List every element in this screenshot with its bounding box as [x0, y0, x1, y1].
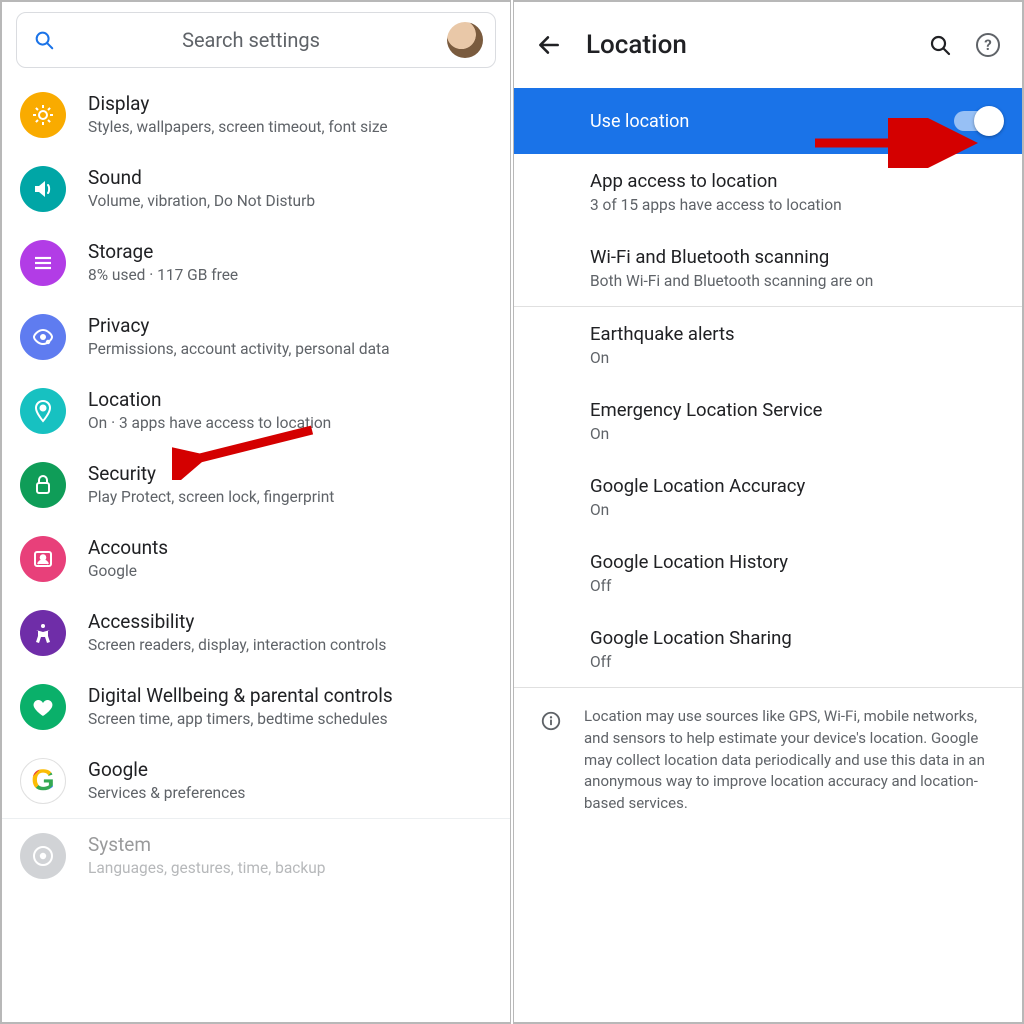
location-footnote: Location may use sources like GPS, Wi-Fi…: [514, 688, 1022, 837]
row-title: Google Location Sharing: [590, 627, 1000, 649]
sound-icon: [20, 166, 66, 212]
location-row-accuracy[interactable]: Google Location Accuracy On: [514, 459, 1022, 535]
wellbeing-icon: [20, 684, 66, 730]
location-row-earthquake[interactable]: Earthquake alerts On: [514, 307, 1022, 383]
help-icon[interactable]: ?: [976, 33, 1000, 57]
location-options: App access to location 3 of 15 apps have…: [514, 154, 1022, 837]
settings-row-title: Display: [88, 93, 490, 116]
row-title: Earthquake alerts: [590, 323, 1000, 345]
row-subtitle: Both Wi-Fi and Bluetooth scanning are on: [590, 272, 1000, 290]
system-icon: [20, 833, 66, 879]
row-title: App access to location: [590, 170, 1000, 192]
search-settings-bar[interactable]: Search settings: [16, 12, 496, 68]
settings-row-title: Security: [88, 463, 490, 486]
settings-row-system[interactable]: System Languages, gestures, time, backup: [2, 819, 510, 893]
settings-row-title: Google: [88, 759, 490, 782]
settings-row-accounts[interactable]: Accounts Google: [2, 522, 510, 596]
location-row-app-access[interactable]: App access to location 3 of 15 apps have…: [514, 154, 1022, 230]
settings-row-title: System: [88, 834, 490, 857]
settings-row-location[interactable]: Location On · 3 apps have access to loca…: [2, 374, 510, 448]
use-location-row[interactable]: Use location: [514, 88, 1022, 154]
location-icon: [20, 388, 66, 434]
settings-row-subtitle: Screen readers, display, interaction con…: [88, 636, 490, 655]
row-title: Wi-Fi and Bluetooth scanning: [590, 246, 1000, 268]
back-icon[interactable]: [536, 32, 562, 58]
location-row-history[interactable]: Google Location History Off: [514, 535, 1022, 611]
settings-row-title: Location: [88, 389, 490, 412]
info-icon: [540, 710, 562, 732]
row-subtitle: On: [590, 425, 1000, 443]
settings-list: Display Styles, wallpapers, screen timeo…: [2, 74, 510, 893]
settings-row-accessibility[interactable]: Accessibility Screen readers, display, i…: [2, 596, 510, 670]
settings-row-google[interactable]: G Google Services & preferences: [2, 744, 510, 818]
location-settings-screen: Location ? Use location App access to lo…: [513, 0, 1024, 1024]
settings-row-wellbeing[interactable]: Digital Wellbeing & parental controls Sc…: [2, 670, 510, 744]
row-subtitle: Off: [590, 577, 1000, 595]
settings-row-sound[interactable]: Sound Volume, vibration, Do Not Disturb: [2, 152, 510, 226]
row-subtitle: On: [590, 349, 1000, 367]
appbar: Location ?: [514, 2, 1022, 88]
settings-row-subtitle: On · 3 apps have access to location: [88, 414, 490, 433]
security-icon: [20, 462, 66, 508]
settings-row-title: Digital Wellbeing & parental controls: [88, 685, 490, 708]
search-icon: [33, 29, 55, 51]
use-location-toggle[interactable]: [954, 111, 1002, 131]
accessibility-icon: [20, 610, 66, 656]
accounts-icon: [20, 536, 66, 582]
privacy-icon: [20, 314, 66, 360]
profile-avatar[interactable]: [447, 22, 483, 58]
settings-row-subtitle: Permissions, account activity, personal …: [88, 340, 490, 359]
google-icon: G: [20, 758, 66, 804]
footnote-text: Location may use sources like GPS, Wi-Fi…: [584, 706, 1000, 815]
settings-row-subtitle: Services & preferences: [88, 784, 490, 803]
settings-row-subtitle: Screen time, app timers, bedtime schedul…: [88, 710, 490, 729]
row-subtitle: Off: [590, 653, 1000, 671]
settings-row-subtitle: Play Protect, screen lock, fingerprint: [88, 488, 490, 507]
settings-row-subtitle: Google: [88, 562, 490, 581]
row-title: Google Location Accuracy: [590, 475, 1000, 497]
location-row-sharing[interactable]: Google Location Sharing Off: [514, 611, 1022, 687]
fade-overlay: [4, 950, 508, 1020]
settings-row-security[interactable]: Security Play Protect, screen lock, fing…: [2, 448, 510, 522]
settings-row-title: Accessibility: [88, 611, 490, 634]
settings-main-screen: Search settings Display Styles, wallpape…: [0, 0, 511, 1024]
settings-row-title: Sound: [88, 167, 490, 190]
settings-row-subtitle: Volume, vibration, Do Not Disturb: [88, 192, 490, 211]
settings-row-storage[interactable]: Storage 8% used · 117 GB free: [2, 226, 510, 300]
settings-row-display[interactable]: Display Styles, wallpapers, screen timeo…: [2, 78, 510, 152]
settings-row-subtitle: 8% used · 117 GB free: [88, 266, 490, 285]
storage-icon: [20, 240, 66, 286]
use-location-label: Use location: [590, 111, 689, 132]
settings-row-privacy[interactable]: Privacy Permissions, account activity, p…: [2, 300, 510, 374]
display-icon: [20, 92, 66, 138]
location-row-scanning[interactable]: Wi-Fi and Bluetooth scanning Both Wi-Fi …: [514, 230, 1022, 306]
settings-row-title: Storage: [88, 241, 490, 264]
settings-row-subtitle: Languages, gestures, time, backup: [88, 859, 490, 878]
search-placeholder: Search settings: [55, 28, 447, 52]
row-title: Google Location History: [590, 551, 1000, 573]
search-icon[interactable]: [928, 33, 952, 57]
row-title: Emergency Location Service: [590, 399, 1000, 421]
row-subtitle: On: [590, 501, 1000, 519]
settings-row-subtitle: Styles, wallpapers, screen timeout, font…: [88, 118, 490, 137]
page-title: Location: [586, 30, 886, 60]
row-subtitle: 3 of 15 apps have access to location: [590, 196, 1000, 214]
settings-row-title: Privacy: [88, 315, 490, 338]
settings-row-title: Accounts: [88, 537, 490, 560]
location-row-els[interactable]: Emergency Location Service On: [514, 383, 1022, 459]
